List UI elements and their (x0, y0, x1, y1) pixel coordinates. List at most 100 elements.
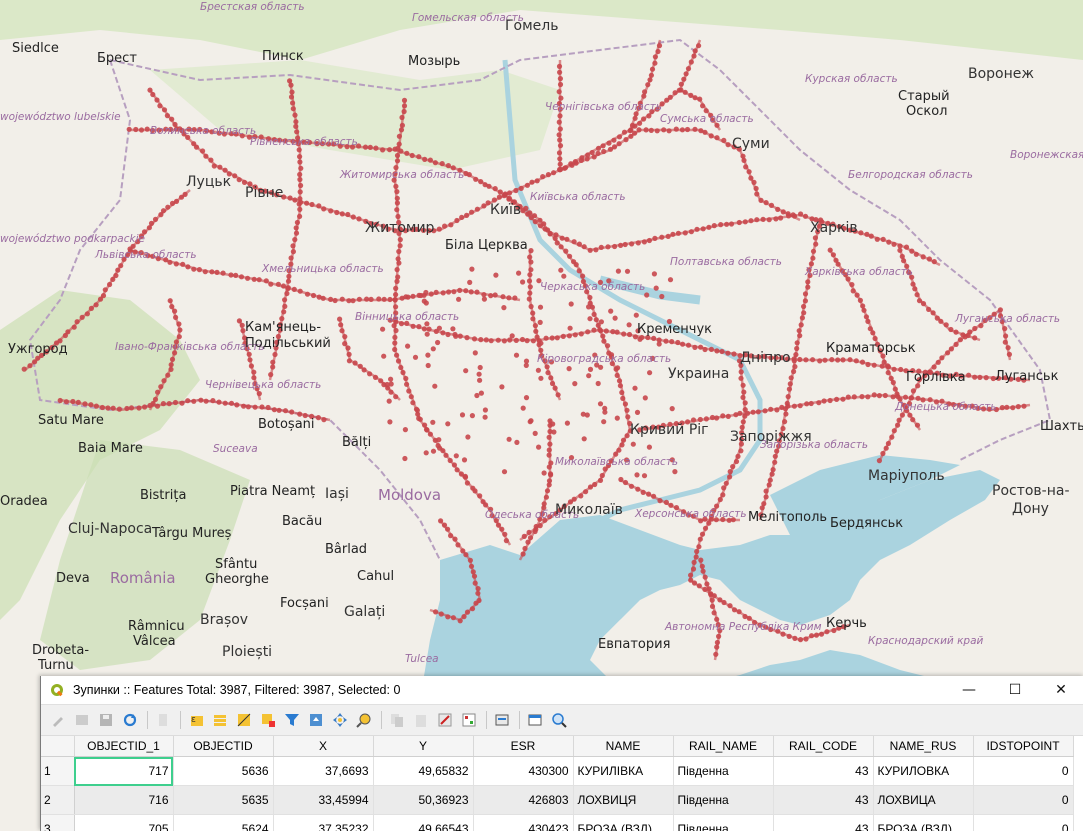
railway-stop-point (520, 551, 526, 557)
deselect-all-icon[interactable] (257, 709, 279, 731)
column-header-x[interactable]: X (273, 736, 374, 757)
add-feature-icon[interactable] (152, 709, 174, 731)
reload-icon[interactable] (119, 709, 141, 731)
railway-stop-point (699, 563, 705, 570)
railway-stop-point (446, 289, 452, 295)
table-cell[interactable]: 5624 (173, 814, 274, 831)
railway-stop-point (606, 140, 612, 146)
table-cell[interactable]: 49,66543 (373, 814, 474, 831)
table-cell[interactable]: Південна (673, 814, 774, 831)
railway-stop-point (977, 374, 983, 380)
railway-stop-point (615, 268, 622, 274)
table-cell[interactable]: 5635 (173, 785, 274, 815)
filter-icon[interactable] (281, 709, 303, 731)
table-cell[interactable]: 43 (773, 814, 874, 831)
table-cell[interactable]: БРОЗА (ВЗД) (873, 814, 974, 831)
railway-stop-point (527, 284, 533, 290)
table-row[interactable]: 1 717 5636 37,6693 49,65832 430300 КУРИЛІВКА Пі… (41, 756, 1074, 786)
railway-stop-point (719, 348, 725, 355)
railway-stop-point (450, 326, 456, 332)
table-cell[interactable]: 430300 (473, 756, 574, 786)
copy-rows-icon[interactable] (386, 709, 408, 731)
table-cell[interactable]: 43 (773, 785, 874, 815)
table-cell[interactable]: КУРИЛІВКА (573, 756, 674, 786)
field-calculator-icon[interactable] (434, 709, 456, 731)
column-header-rail_name[interactable]: RAIL_NAME (673, 736, 774, 757)
dock-icon[interactable] (524, 709, 546, 731)
table-cell[interactable]: Південна (673, 785, 774, 815)
attribute-table-window[interactable]: Зупинки :: Features Total: 3987, Filtere… (40, 676, 1083, 831)
table-cell[interactable]: 717 (74, 756, 174, 786)
railway-stop-point (597, 477, 604, 483)
table-cell[interactable]: БРОЗА (ВЗД) (573, 814, 674, 831)
table-cell[interactable]: 0 (973, 814, 1074, 831)
railway-stop-point (380, 147, 386, 153)
railway-stop-point (176, 321, 182, 327)
paste-icon[interactable] (410, 709, 432, 731)
multi-edit-icon[interactable] (71, 709, 93, 731)
column-header-esr[interactable]: ESR (473, 736, 574, 757)
column-header-idstopoint[interactable]: IDSTOPOINT (973, 736, 1074, 757)
save-edits-icon[interactable] (95, 709, 117, 731)
table-cell[interactable]: 0 (973, 785, 1074, 815)
zoom-map-icon[interactable] (548, 709, 570, 731)
table-cell[interactable]: ЛОХВИЦА (873, 785, 974, 815)
city-label: Шахты (1040, 419, 1083, 434)
railway-stop-point (430, 448, 437, 454)
city-label: Bacău (282, 514, 322, 529)
railway-stop-point (691, 53, 697, 59)
move-selection-top-icon[interactable] (305, 709, 327, 731)
table-cell[interactable]: 37,6693 (273, 756, 374, 786)
table-row[interactable]: 3 705 5624 37,35232 49,66543 430423 БРОЗА (ВЗД… (41, 814, 1074, 831)
window-titlebar[interactable]: Зупинки :: Features Total: 3987, Filtere… (41, 676, 1083, 705)
table-cell[interactable]: 426803 (473, 785, 574, 815)
close-button[interactable]: ✕ (1038, 676, 1083, 704)
table-cell[interactable]: 43 (773, 756, 874, 786)
column-header-rail_code[interactable]: RAIL_CODE (773, 736, 874, 757)
railway-stop-point (1002, 326, 1008, 332)
column-header-y[interactable]: Y (373, 736, 474, 757)
railway-stop-point (276, 407, 282, 413)
column-header-name_rus[interactable]: NAME_RUS (873, 736, 974, 757)
maximize-button[interactable]: ☐ (992, 676, 1038, 704)
zoom-to-selection-icon[interactable] (353, 709, 375, 731)
select-expression-icon[interactable]: ε (185, 709, 207, 731)
railway-stop-point (500, 294, 506, 300)
table-cell[interactable]: 33,45994 (273, 785, 374, 815)
row-header[interactable]: 2 (41, 785, 75, 815)
table-cell[interactable]: Південна (673, 756, 774, 786)
railway-stop-point (289, 89, 295, 95)
table-cell[interactable]: 430423 (473, 814, 574, 831)
table-cell[interactable]: 716 (74, 785, 174, 815)
table-cell[interactable]: 0 (973, 756, 1074, 786)
toggle-editing-icon[interactable] (47, 709, 69, 731)
attribute-grid[interactable]: OBJECTID_1 OBJECTID X Y ESR NAME RAIL_NAME RAIL… (41, 736, 1083, 831)
select-all-icon[interactable] (209, 709, 231, 731)
table-row[interactable]: 2 716 5635 33,45994 50,36923 426803 ЛОХВИЦЯ Пів… (41, 785, 1074, 815)
invert-selection-icon[interactable] (233, 709, 255, 731)
table-cell[interactable]: 49,65832 (373, 756, 474, 786)
city-label: Бердянськ (830, 516, 903, 531)
column-header-objectid_1[interactable]: OBJECTID_1 (74, 736, 174, 757)
table-cell[interactable]: ЛОХВИЦЯ (573, 785, 674, 815)
railway-stop-point (578, 493, 584, 499)
table-cell[interactable]: 37,35232 (273, 814, 374, 831)
railway-stop-point (527, 419, 533, 425)
column-header-objectid[interactable]: OBJECTID (173, 736, 274, 757)
railway-stop-point (272, 351, 278, 358)
table-cell[interactable]: 50,36923 (373, 785, 474, 815)
table-cell[interactable]: 5636 (173, 756, 274, 786)
row-header[interactable]: 1 (41, 756, 75, 786)
railway-stop-point (799, 315, 806, 321)
corner-cell[interactable] (41, 736, 75, 757)
table-cell[interactable]: КУРИЛОВКА (873, 756, 974, 786)
table-cell[interactable]: 705 (74, 814, 174, 831)
minimize-button[interactable]: — (946, 676, 992, 704)
column-header-name[interactable]: NAME (573, 736, 674, 757)
row-header[interactable]: 3 (41, 814, 75, 831)
city-label: Târgu Mureș (151, 526, 232, 541)
pan-to-selection-icon[interactable] (329, 709, 351, 731)
city-label: Satu Mare (38, 413, 104, 428)
actions-icon[interactable] (491, 709, 513, 731)
conditional-format-icon[interactable] (458, 709, 480, 731)
